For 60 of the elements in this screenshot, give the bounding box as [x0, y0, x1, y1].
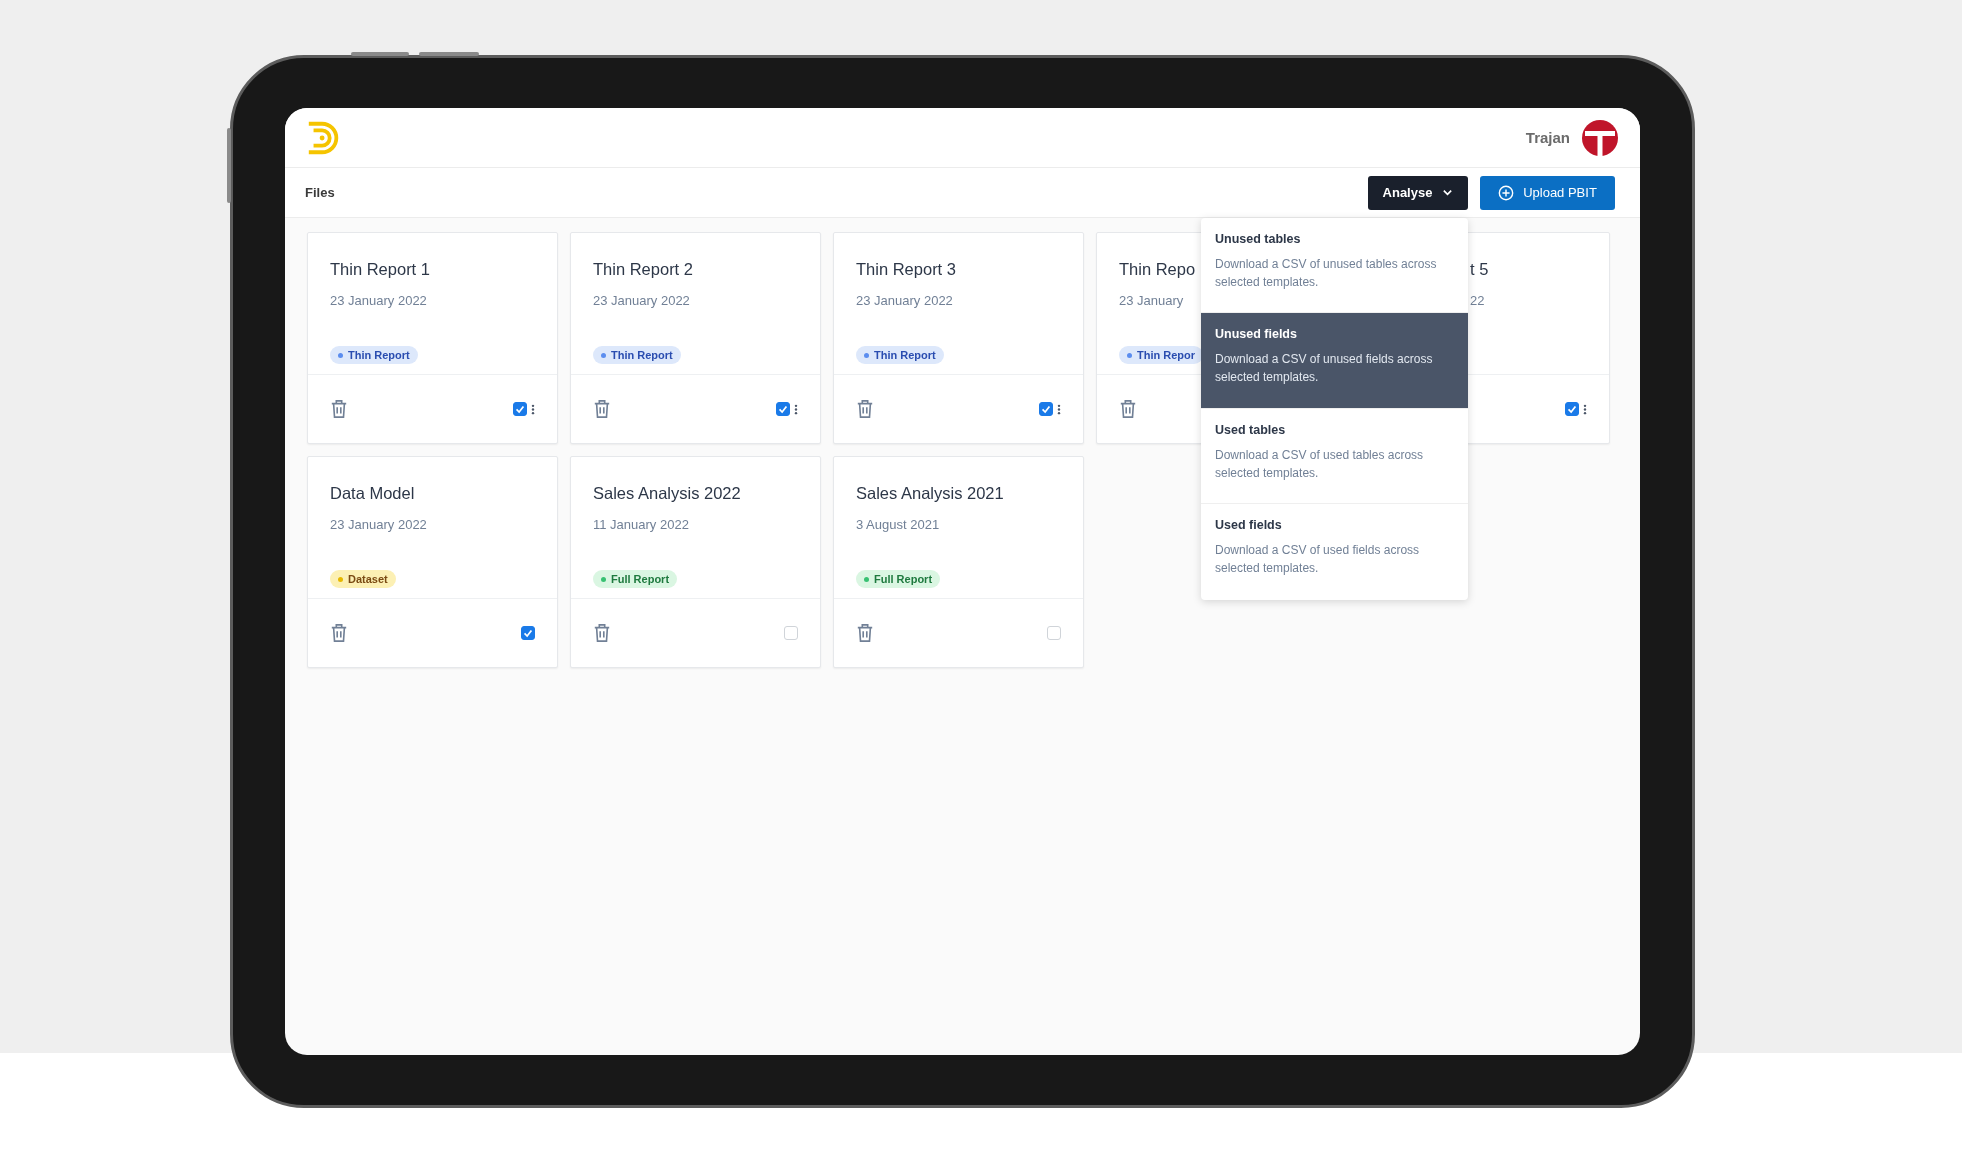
card-date: 23 January: [1119, 293, 1184, 308]
trash-icon[interactable]: [856, 399, 874, 419]
file-card[interactable]: Data Model 23 January 2022 Dataset: [307, 456, 558, 668]
menu-item-title: Used tables: [1215, 422, 1287, 437]
card-title: Thin Report 3: [856, 260, 956, 279]
card-title: Data Model: [330, 484, 415, 503]
trash-icon[interactable]: [1119, 399, 1137, 419]
file-card[interactable]: Thin Report 3 23 January 2022 Thin Report: [833, 232, 1084, 444]
trash-icon[interactable]: [593, 399, 611, 419]
card-date: 23 January 2022: [856, 293, 953, 308]
type-tag: Thin Report: [856, 346, 944, 364]
file-card[interactable]: Sales Analysis 2021 3 August 2021 Full Report: [833, 456, 1084, 668]
page-title: Files: [305, 185, 335, 200]
type-tag: Full Report: [593, 570, 678, 588]
file-card[interactable]: Thin Report 1 23 January 2022 Thin Report: [307, 232, 558, 444]
more-icon[interactable]: [1057, 403, 1061, 415]
user-name: Trajan: [1525, 129, 1570, 146]
menu-item-title: Used fields: [1215, 518, 1283, 532]
select-checkbox[interactable]: [1565, 402, 1579, 416]
select-checkbox[interactable]: [521, 626, 535, 640]
menu-item-title: Unused tables: [1215, 231, 1302, 246]
more-icon[interactable]: [794, 403, 798, 415]
card-title: Sales Analysis 2022: [593, 484, 741, 503]
select-checkbox[interactable]: [513, 402, 527, 416]
card-title: Thin Report 2: [593, 260, 693, 279]
card-date: 22: [1470, 293, 1485, 308]
menu-item-description: Download a CSV of used tables across selected templates.: [1215, 446, 1425, 482]
trash-icon[interactable]: [856, 623, 874, 643]
card-title: t 5: [1470, 260, 1489, 279]
type-tag: Thin Report: [593, 346, 681, 364]
card-date: 23 January 2022: [593, 293, 690, 308]
caret-icon: [1442, 187, 1454, 198]
menu-item[interactable]: Unused fields Download a CSV of unused fields across selected templates.: [1201, 313, 1468, 409]
card-date: 23 January 2022: [330, 293, 427, 308]
type-tag: Thin Repor: [1119, 346, 1204, 364]
card-title: Thin Repo: [1119, 260, 1196, 279]
trash-icon[interactable]: [330, 623, 348, 643]
select-checkbox[interactable]: [1039, 402, 1053, 416]
trash-icon[interactable]: [593, 623, 611, 643]
card-title: Sales Analysis 2021: [856, 484, 1004, 503]
trash-icon[interactable]: [330, 399, 348, 419]
file-card[interactable]: Sales Analysis 2022 11 January 2022 Full Report: [570, 456, 821, 668]
select-checkbox[interactable]: [776, 402, 790, 416]
analyse-button[interactable]: Analyse: [1368, 175, 1468, 210]
upload-button[interactable]: Upload PBIT: [1480, 175, 1615, 210]
more-icon[interactable]: [531, 403, 535, 415]
card-date: 11 January 2022: [593, 517, 689, 532]
type-tag: Dataset: [330, 570, 396, 588]
type-tag: Full Report: [856, 570, 941, 588]
menu-item-title: Unused fields: [1215, 327, 1298, 341]
more-icon[interactable]: [1583, 403, 1587, 415]
type-tag: Thin Report: [330, 346, 418, 364]
card-date: 23 January 2022: [330, 517, 427, 532]
avatar-icon[interactable]: [1582, 119, 1618, 156]
card-date: 3 August 2021: [856, 517, 940, 532]
card-title: Thin Report 1: [330, 260, 430, 279]
menu-item-description: Download a CSV of used fields across selected templates.: [1215, 542, 1421, 577]
plus-icon: [1498, 184, 1515, 201]
menu-item[interactable]: Used fields Download a CSV of used fields across selected templates.: [1201, 504, 1468, 600]
file-card[interactable]: Thin Report 2 23 January 2022 Thin Report: [570, 232, 821, 444]
